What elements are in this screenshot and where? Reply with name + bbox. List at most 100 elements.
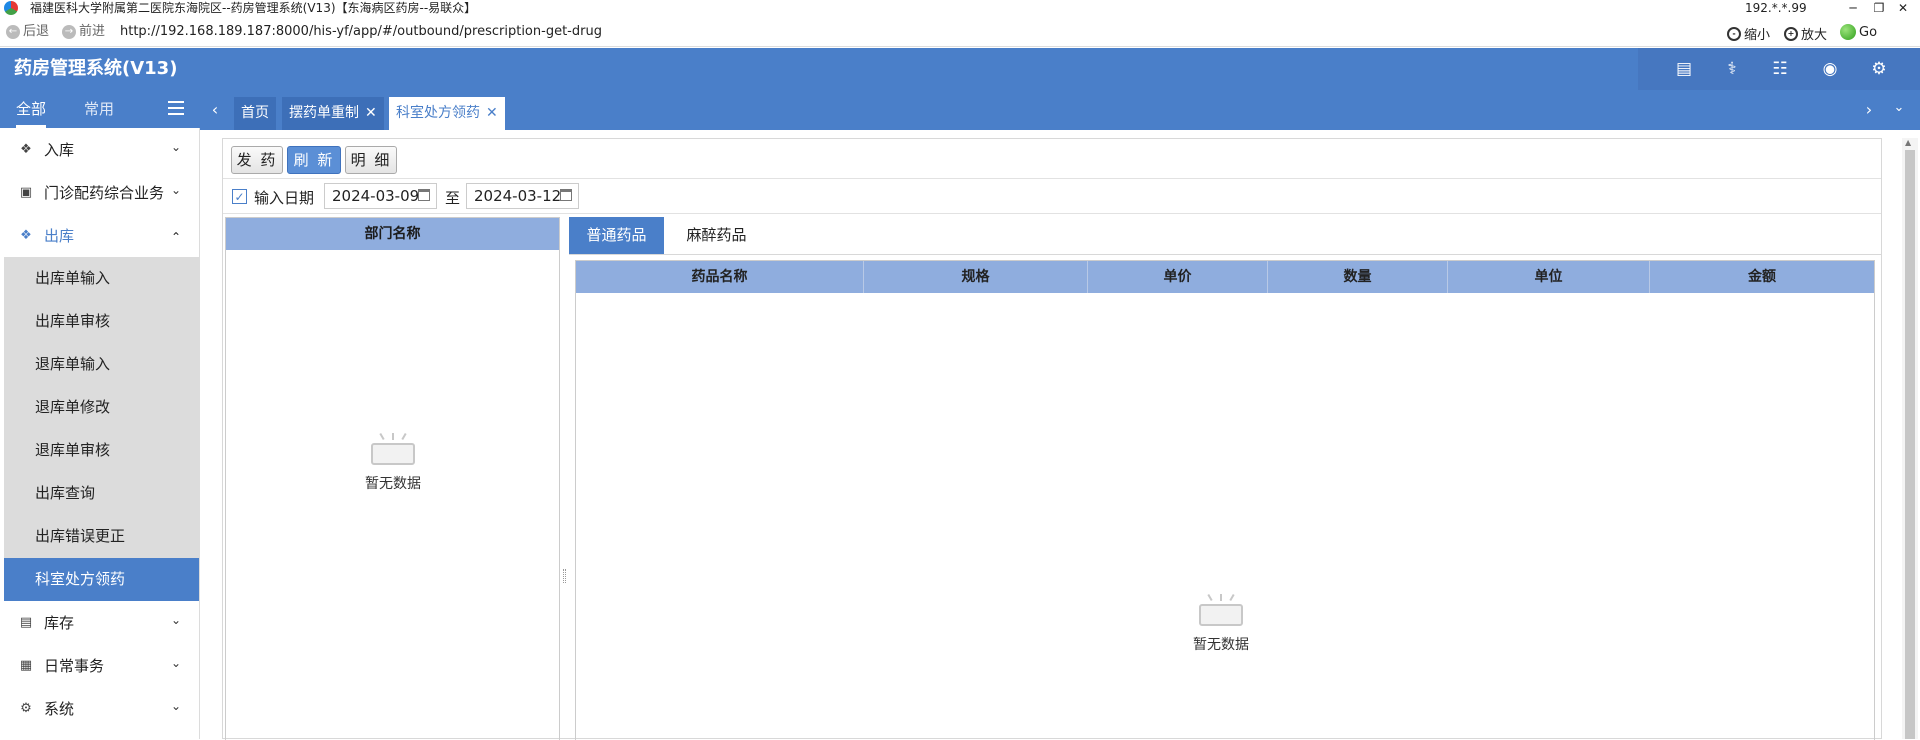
tab-scroll-left-icon[interactable]: ‹ [206,100,224,119]
sidebar-item-system[interactable]: ⚙ 系统 ⌄ [0,687,199,730]
detail-button[interactable]: 明 细 [345,146,397,174]
zoom-in-icon: + [1784,26,1798,41]
tab-home[interactable]: 首页 [234,97,276,130]
end-date-input[interactable]: 2024-03-12 [466,183,579,209]
sidebar-tab-all[interactable]: 全部 [16,90,47,128]
tab-label: 摆药单重制 [289,105,359,121]
chevron-down-icon: ⌄ [170,613,181,627]
scrollbar-thumb[interactable] [1905,150,1915,739]
panel-splitter-handle[interactable] [563,569,566,583]
back-button[interactable]: ← 后退 [6,24,49,40]
chevron-down-icon: ⌄ [170,140,181,154]
app-header: 药房管理系统(V13) ▤ ⚕ ☷ ◉ ⚙ [0,48,1920,90]
refresh-button[interactable]: 刷 新 [287,146,341,174]
box-icon: ❖ [20,228,32,243]
sidebar-item-outbound[interactable]: ❖ 出库 ⌃ [0,214,199,257]
date-filter-checkbox[interactable]: ✓ [232,189,247,204]
box-icon: ❖ [20,142,32,157]
tab-label: 科室处方领药 [396,105,480,121]
empty-text: 暂无数据 [1193,637,1249,653]
end-date-value: 2024-03-12 [474,187,562,205]
toolbar-divider [223,178,1881,179]
window-title: 福建医科大学附属第二医院东海院区--药房管理系统(V13)【东海病区药房--易联… [30,1,477,15]
forward-label: 前进 [79,24,106,39]
calendar-icon [418,189,430,201]
gear-icon[interactable]: ⚙ [1867,58,1891,80]
sidebar-item-daily[interactable]: ▦ 日常事务 ⌄ [0,644,199,687]
filter-divider [223,213,1881,214]
start-date-input[interactable]: 2024-03-09 [324,183,437,209]
zoom-in-button[interactable]: + 放大 [1784,24,1827,43]
sidebar-item-inbound[interactable]: ❖ 入库 ⌄ [0,128,199,171]
gear-icon: ⚙ [20,701,32,716]
sidebar-subitem-outbound-input[interactable]: 出库单输入 [4,257,199,300]
sidebar-subitem-return-review[interactable]: 退库单审核 [4,429,199,472]
sidebar-subitem-return-input[interactable]: 退库单输入 [4,343,199,386]
tab-underline [569,254,1882,255]
close-icon[interactable]: ✕ [1893,0,1913,16]
go-icon [1840,24,1856,40]
tab-dept-prescription[interactable]: 科室处方领药 ✕ [389,97,505,130]
lock-icon: ▣ [19,185,33,200]
inventory-icon: ▤ [19,615,33,630]
sidebar-item-outpatient[interactable]: ▣ 门诊配药综合业务 ⌄ [0,171,199,214]
eye-icon[interactable]: ◉ [1818,58,1842,80]
sidebar-item-label: 出库 [44,227,75,245]
department-empty-state: 暂无数据 [343,432,443,493]
sidebar-subitem-return-modify[interactable]: 退库单修改 [4,386,199,429]
close-tab-icon[interactable]: ✕ [365,105,377,121]
tab-regular-drugs[interactable]: 普通药品 [569,217,664,254]
sidebar-subitem-outbound-correction[interactable]: 出库错误更正 [4,515,199,558]
vertical-scrollbar[interactable]: ▲ [1902,138,1918,739]
restore-icon[interactable]: ❐ [1869,0,1889,16]
tab-menu-chevron-icon[interactable]: ⌄ [1890,100,1908,115]
column-header-drug-name[interactable]: 药品名称 [576,261,864,293]
tab-narcotic-drugs[interactable]: 麻醉药品 [664,217,769,254]
empty-tray-icon [1199,593,1243,626]
sidebar-subitem-outbound-review[interactable]: 出库单审核 [4,300,199,343]
zoom-out-label: 缩小 [1744,28,1771,43]
sidebar-tabs: 全部 常用 [0,90,200,128]
sidebar-item-label: 入库 [44,141,75,159]
empty-tray-icon [371,432,415,465]
forward-button[interactable]: → 前进 [62,24,105,40]
scroll-up-icon[interactable]: ▲ [1905,138,1911,147]
column-header-spec[interactable]: 规格 [864,261,1088,293]
header-toolbar: ▤ ⚕ ☷ ◉ ⚙ [1638,48,1920,90]
sidebar-tab-favorites[interactable]: 常用 [84,90,114,128]
receipt-icon[interactable]: ☷ [1768,58,1792,80]
sidebar-subitem-outbound-query[interactable]: 出库查询 [4,472,199,515]
department-panel: 部门名称 暂无数据 [225,217,560,740]
column-header-amount[interactable]: 金额 [1650,261,1874,293]
calendar-icon: ▦ [19,658,33,673]
column-header-quantity[interactable]: 数量 [1268,261,1448,293]
sidebar: 全部 常用 ❖ 入库 ⌄ ▣ 门诊配药综合业务 ⌄ ❖ 出库 ⌃ 出库单输入 出… [0,90,200,739]
medicine-icon[interactable]: ⚕ [1720,58,1744,80]
column-header-unit-price[interactable]: 单价 [1088,261,1268,293]
sidebar-subitem-dept-prescription[interactable]: 科室处方领药 [4,558,199,601]
tab-scroll-right-icon[interactable]: › [1860,100,1878,119]
sidebar-item-label: 门诊配药综合业务 [44,184,165,202]
back-label: 后退 [23,24,50,39]
sidebar-item-inventory[interactable]: ▤ 库存 ⌄ [0,601,199,644]
chevron-down-icon: ⌄ [170,699,181,713]
app-title: 药房管理系统(V13) [14,58,178,79]
url-field[interactable]: http://192.168.189.187:8000/his-yf/app/#… [120,24,602,39]
zoom-out-button[interactable]: - 缩小 [1727,24,1770,43]
close-tab-icon[interactable]: ✕ [486,105,498,121]
empty-text: 暂无数据 [365,476,421,492]
dispense-button[interactable]: 发 药 [231,146,283,174]
card-icon[interactable]: ▤ [1672,58,1696,80]
go-button[interactable]: Go [1840,24,1877,40]
tab-dispense-remake[interactable]: 摆药单重制 ✕ [282,97,384,130]
start-date-value: 2024-03-09 [332,187,420,205]
go-label: Go [1859,24,1878,40]
zoom-out-icon: - [1727,26,1741,41]
drug-empty-state: 暂无数据 [1171,593,1271,654]
menu-collapse-icon[interactable] [168,101,184,115]
minimize-icon[interactable]: ─ [1843,0,1863,16]
date-range-separator: 至 [445,189,461,207]
zoom-in-label: 放大 [1801,28,1828,43]
column-header-unit[interactable]: 单位 [1448,261,1650,293]
app-logo-icon [4,1,18,15]
